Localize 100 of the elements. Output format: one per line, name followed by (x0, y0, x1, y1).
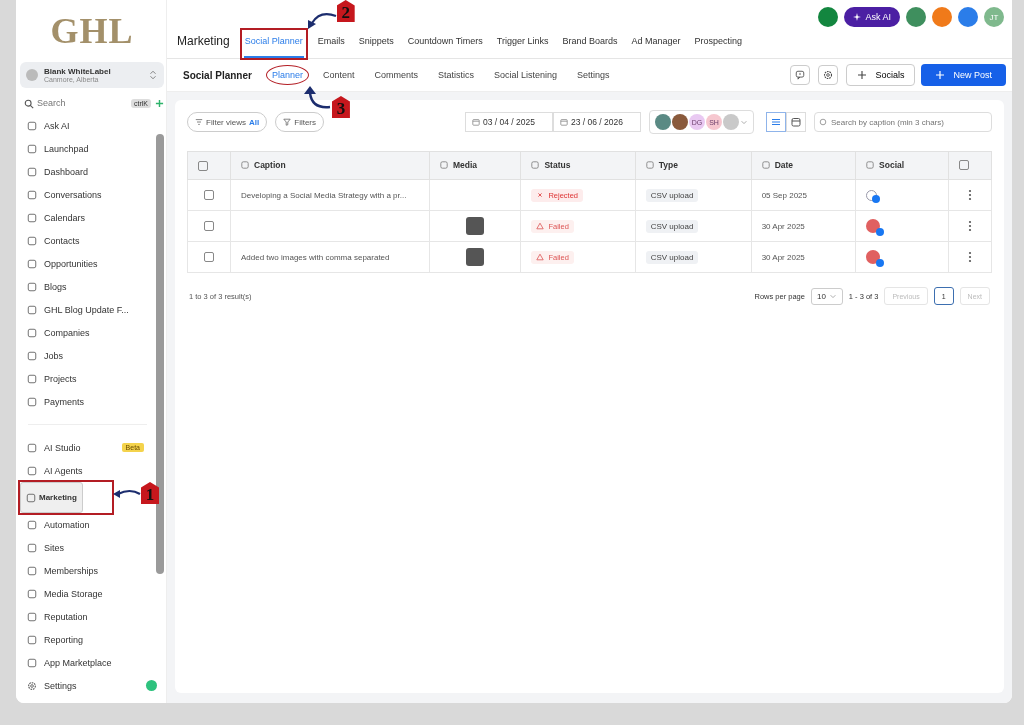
column-icon (440, 161, 448, 169)
select-all-checkbox[interactable] (198, 160, 208, 171)
column-icon (531, 161, 540, 169)
column-header: Status (520, 151, 636, 180)
sub-tab[interactable]: Settings (577, 70, 610, 80)
sidebar-item[interactable]: Media Storage (20, 582, 155, 605)
nav-tab[interactable]: Ad Manager (631, 36, 681, 58)
plus-icon[interactable] (155, 98, 164, 108)
nav-tab[interactable]: Prospecting (694, 36, 743, 58)
sidebar-item[interactable]: Conversations (20, 183, 155, 206)
sub-tab[interactable]: Statistics (438, 70, 474, 80)
sidebar-item[interactable]: Reporting (20, 628, 155, 651)
column-header: Type (635, 151, 752, 180)
sub-tab[interactable]: Social Listening (494, 70, 558, 80)
sidebar-item[interactable]: Marketing (20, 482, 83, 513)
menu-square-icon (27, 235, 37, 246)
menu-square-icon (27, 588, 37, 599)
sidebar-item[interactable]: App Marketplace (20, 651, 155, 674)
type-tag: CSV upload (645, 219, 699, 233)
filter-lines-icon (195, 118, 203, 126)
section-title: Marketing (177, 34, 230, 50)
search-field[interactable]: Search (20, 96, 127, 110)
feedback-icon (795, 70, 806, 80)
feedback-button[interactable] (790, 65, 811, 85)
sidebar-item[interactable]: Automation (20, 513, 155, 536)
photo-placeholder (466, 217, 485, 235)
menu-square-icon (27, 258, 37, 269)
sidebar-item[interactable]: Memberships (20, 559, 155, 582)
menu-square-icon (27, 465, 37, 476)
menu-square-icon (27, 396, 37, 407)
nav-tab[interactable]: Social Planner (243, 36, 304, 58)
sub-tab[interactable]: Comments (374, 70, 418, 80)
settings-item[interactable]: Settings (20, 674, 164, 697)
menu-square-icon (27, 304, 37, 315)
nav-tab[interactable]: Brand Boards (562, 36, 618, 58)
page-title: Social Planner (183, 69, 252, 81)
socials-button[interactable]: Socials (846, 64, 916, 86)
sidebar-item[interactable]: Contacts (20, 229, 155, 252)
list-view-button[interactable] (766, 112, 786, 132)
settings-icon (823, 70, 834, 80)
account-avatar-icon (26, 69, 38, 81)
cross-icon (536, 190, 545, 199)
calendar-view-button[interactable] (786, 112, 806, 132)
caption-search-field[interactable]: Search by caption (min 3 chars) (814, 112, 992, 132)
menu-square-icon (27, 166, 37, 177)
caption-text: Added two images with comma separated (241, 252, 390, 262)
filters-button[interactable]: Filters (275, 112, 325, 132)
warning-icon (536, 252, 545, 261)
sidebar-item[interactable]: Payments (20, 390, 155, 413)
column-icon (241, 161, 249, 169)
row-checkbox[interactable] (204, 190, 214, 200)
filter-views-button[interactable]: Filter views All (187, 112, 268, 132)
columns-icon[interactable] (959, 159, 969, 170)
nav-tab[interactable]: Snippets (358, 36, 394, 58)
more-icon[interactable] (968, 220, 972, 232)
caption-text: Developing a Social Media Strategy with a pr... (241, 190, 407, 200)
date-text: 30 Apr 2025 (761, 221, 805, 231)
sidebar-item[interactable]: GHL Blog Update F... (20, 298, 155, 321)
date-text: 05 Sep 2025 (761, 190, 807, 200)
scrollbar[interactable] (155, 134, 164, 574)
new-post-button[interactable]: New Post (921, 64, 1006, 86)
more-icon[interactable] (968, 189, 972, 201)
sidebar-item[interactable]: Launchpad (20, 137, 155, 160)
sub-tab[interactable]: Content (322, 70, 355, 80)
row-checkbox[interactable] (204, 221, 214, 231)
sidebar-item[interactable]: Opportunities (20, 252, 155, 275)
sidebar-item[interactable]: Blogs (20, 275, 155, 298)
start-date-field[interactable]: 03 / 04 / 2025 (465, 112, 553, 132)
menu-square-icon (26, 492, 36, 503)
type-tag: CSV upload (645, 188, 699, 202)
nav-tab[interactable]: Countdown Timers (407, 36, 483, 58)
nav-tab[interactable]: Emails (317, 36, 345, 58)
chevron-icon (740, 118, 748, 126)
calendar-icon (791, 117, 801, 127)
callout-arrow (112, 487, 142, 501)
sparkle-icon (853, 13, 862, 21)
sidebar-item[interactable]: Jobs (20, 344, 155, 367)
chevron-icon (148, 70, 158, 80)
menu-square-icon (27, 350, 37, 361)
menu-square-icon (27, 373, 37, 384)
collapse-icon[interactable] (146, 680, 157, 691)
sidebar-item[interactable]: AI Agents (20, 459, 155, 482)
sidebar-item[interactable]: Companies (20, 321, 155, 344)
chevron-icon (828, 292, 837, 300)
sub-tab[interactable]: Planner (271, 70, 303, 80)
sidebar-item[interactable]: Sites (20, 536, 155, 559)
sidebar-item[interactable]: Calendars (20, 206, 155, 229)
sidebar-item[interactable]: Ask AI (20, 114, 155, 137)
more-icon[interactable] (968, 251, 972, 263)
end-date-field[interactable]: 23 / 06 / 2026 (553, 112, 641, 132)
settings-button[interactable] (818, 65, 839, 85)
ask-ai-button[interactable]: Ask AI (844, 7, 900, 27)
sidebar-item[interactable]: Reputation (20, 605, 155, 628)
rows-per-page-select[interactable]: 10 (810, 287, 843, 305)
callout-arrow (301, 85, 332, 111)
sidebar-item[interactable]: Projects (20, 367, 155, 390)
list-icon (771, 117, 781, 127)
sidebar-item[interactable]: Dashboard (20, 160, 155, 183)
row-checkbox[interactable] (204, 252, 214, 262)
nav-tab[interactable]: Trigger Links (496, 36, 549, 58)
